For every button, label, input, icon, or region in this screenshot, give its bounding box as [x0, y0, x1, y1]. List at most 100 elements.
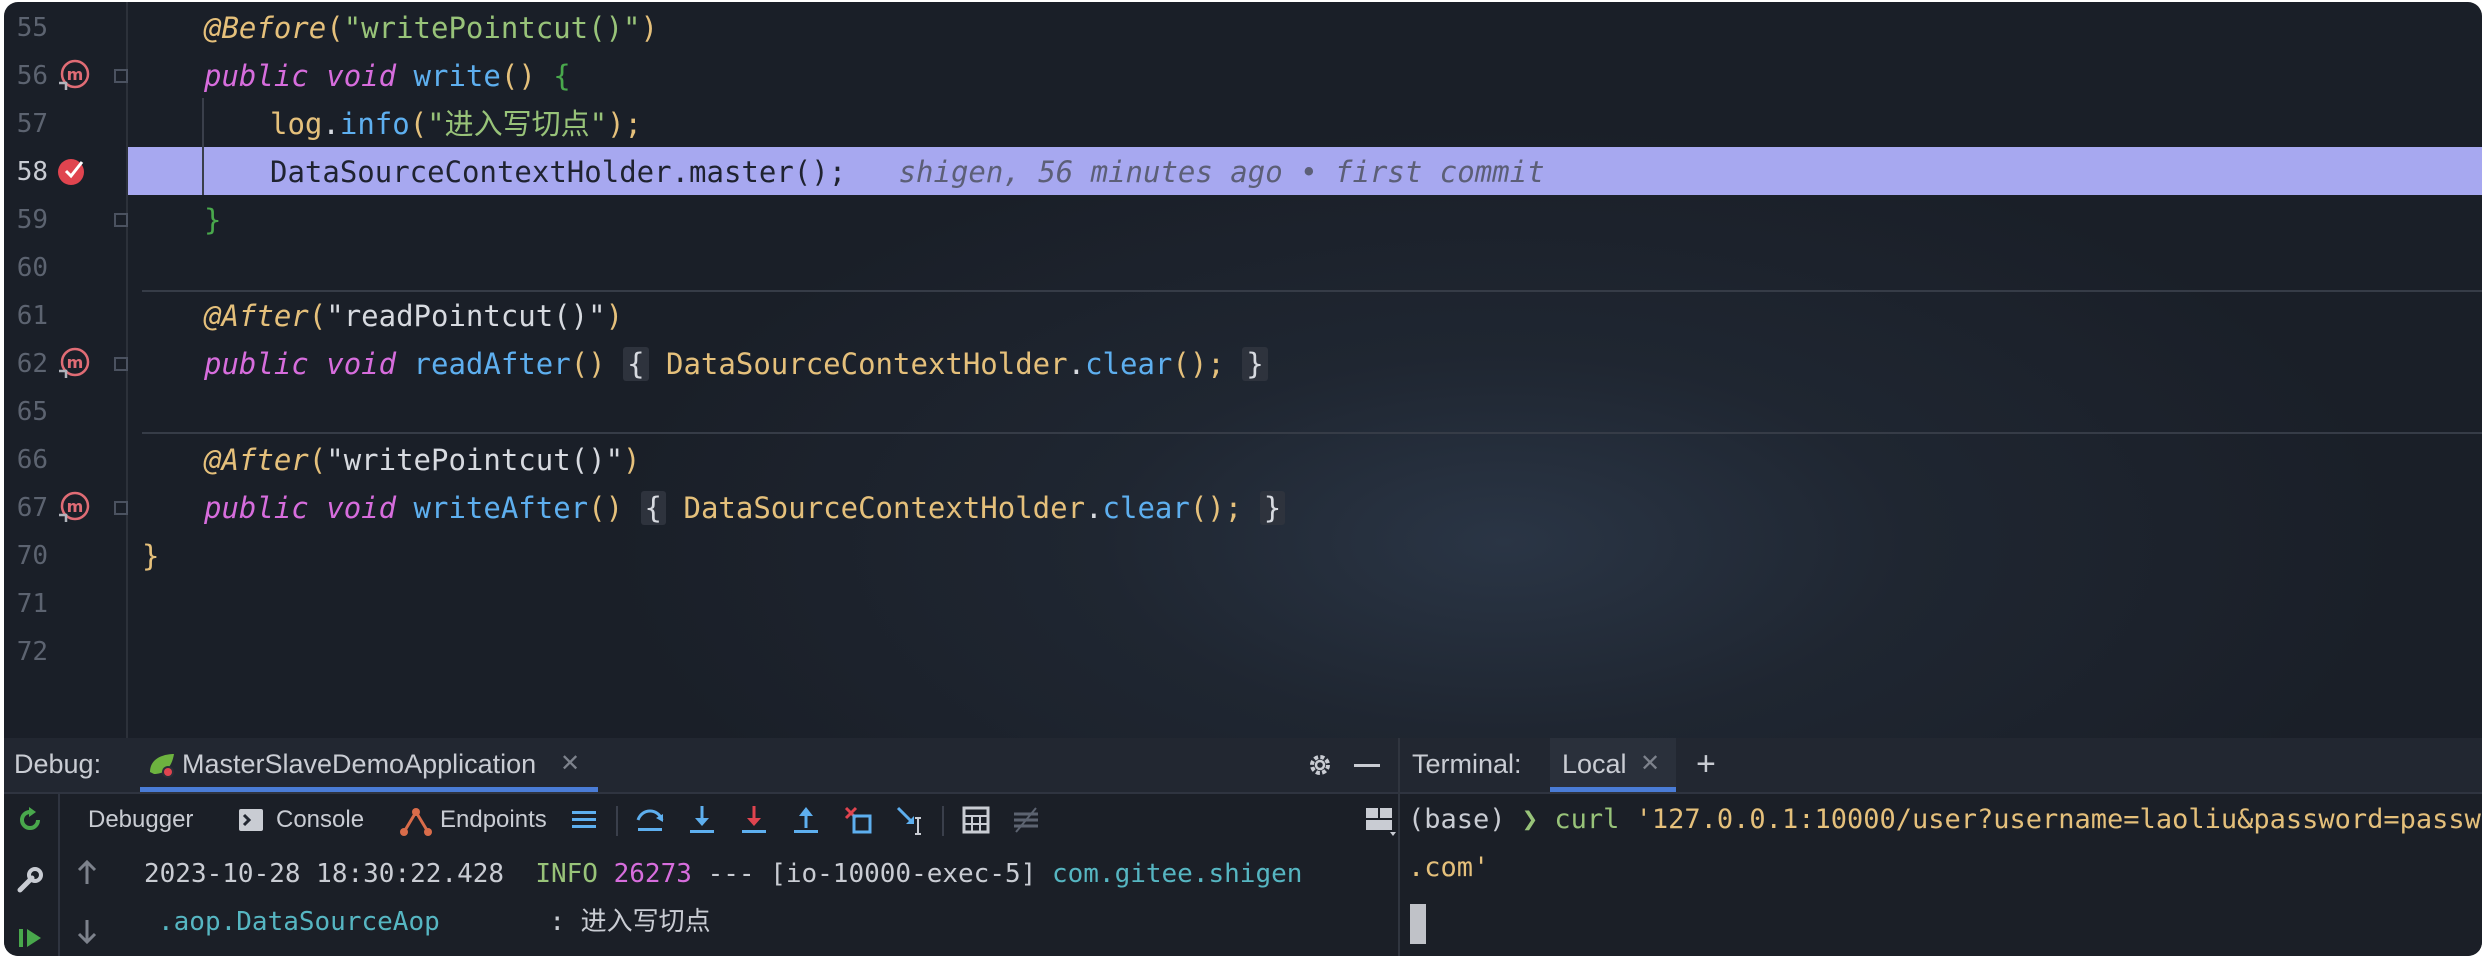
line-number: 55	[16, 13, 48, 43]
terminal-toolwindow-header: Terminal: Local ✕ +	[1400, 738, 2482, 794]
string-literal: "writePointcut()"	[326, 443, 624, 477]
layout-icon[interactable]	[1364, 804, 1396, 836]
force-step-into-icon[interactable]	[738, 804, 770, 836]
code-line: @After("readPointcut()")	[204, 292, 2482, 340]
line-number: 60	[16, 253, 48, 283]
resume-icon[interactable]	[16, 924, 44, 952]
paren: ();	[1189, 491, 1243, 525]
add-terminal-icon[interactable]: +	[1696, 738, 1716, 790]
close-icon[interactable]: ✕	[560, 738, 580, 790]
gear-icon[interactable]	[1306, 751, 1334, 779]
menu-lines-icon[interactable]	[570, 806, 598, 834]
step-over-icon[interactable]	[634, 804, 666, 836]
folded-brace[interactable]: }	[1242, 347, 1268, 381]
wrench-icon[interactable]	[16, 866, 44, 894]
keyword: public	[204, 491, 309, 525]
keyword: void	[326, 59, 397, 93]
minimize-icon[interactable]	[1354, 764, 1380, 767]
tab-console[interactable]: Console	[276, 794, 364, 846]
command-argument: '127.0.0.1:10000/user?username=laoliu&pa…	[1635, 804, 2482, 835]
run-to-cursor-icon[interactable]	[894, 804, 926, 836]
line-number: 62	[16, 349, 48, 379]
mute-breakpoints-icon[interactable]	[1010, 804, 1042, 836]
svg-text:m: m	[67, 65, 84, 84]
fold-marker[interactable]	[114, 213, 128, 227]
code-line: }	[142, 532, 2482, 580]
line-number: 71	[16, 589, 48, 619]
step-out-icon[interactable]	[790, 804, 822, 836]
terminal-cursor	[1410, 904, 1426, 944]
aspect-method-icon[interactable]: m	[56, 59, 90, 93]
line-number: 65	[16, 397, 48, 427]
keyword: void	[326, 491, 397, 525]
tab-debugger[interactable]: Debugger	[88, 794, 193, 846]
paren: ();	[1172, 347, 1225, 381]
code-line: @Before("writePointcut()")	[204, 4, 2482, 52]
code-line-current: DataSourceContextHolder.master(); shigen…	[270, 148, 2482, 196]
console-output[interactable]: 2023-10-28 18:30:22.428 INFO 26273 --- […	[64, 848, 1394, 956]
debug-config-tab[interactable]: MasterSlaveDemoApplication ✕	[140, 738, 598, 792]
fold-marker[interactable]	[114, 357, 128, 371]
bottom-tool-windows: Debug: MasterSlaveDemoApplication ✕ Term…	[4, 738, 2482, 956]
method-call: clear	[1102, 491, 1190, 525]
dot: .	[1085, 491, 1103, 525]
breakpoint-icon[interactable]	[56, 154, 90, 188]
line-number: 57	[16, 109, 48, 139]
dot: .	[322, 107, 340, 141]
string-literal: "writePointcut()"	[343, 11, 641, 45]
svg-text:m: m	[67, 497, 84, 516]
paren: ()	[500, 59, 536, 93]
folded-brace[interactable]: {	[623, 347, 649, 381]
evaluate-expression-icon[interactable]	[960, 804, 992, 836]
close-icon[interactable]: ✕	[1640, 738, 1660, 790]
log-pid: 26273	[613, 859, 692, 889]
indent-guide	[202, 98, 204, 195]
brace: {	[553, 59, 571, 93]
log-message: : 进入写切点	[549, 907, 711, 937]
paren: (	[409, 107, 428, 141]
toolbar-separator	[942, 806, 944, 836]
drop-frame-icon[interactable]	[842, 804, 874, 836]
keyword: public	[204, 347, 309, 381]
code-line: public void write() {	[204, 52, 2482, 100]
fold-marker[interactable]	[114, 69, 128, 83]
field: log	[270, 107, 323, 141]
terminal-output[interactable]: (base) ❯ curl '127.0.0.1:10000/user?user…	[1408, 794, 2482, 956]
method-name: write	[413, 59, 501, 93]
paren: (	[326, 11, 344, 45]
line-number: 72	[16, 637, 48, 667]
gutter: 55 56 57 58 59 60 61 62 65 66 67 70 71 7…	[4, 2, 128, 738]
terminal-line: .com'	[1408, 844, 1489, 892]
tab-endpoints[interactable]: Endpoints	[440, 794, 547, 846]
log-timestamp: 2023-10-28 18:30:22.428	[144, 859, 505, 889]
paren: (	[308, 299, 327, 333]
terminal-label: Terminal:	[1412, 749, 1522, 779]
folded-brace[interactable]: }	[1259, 491, 1286, 525]
folded-brace[interactable]: {	[640, 491, 667, 525]
aspect-method-icon[interactable]: m	[56, 491, 90, 525]
aspect-method-icon[interactable]: m	[56, 347, 90, 381]
code-line: public void writeAfter() { DataSourceCon…	[204, 484, 2482, 532]
log-thread: [io-10000-exec-5]	[770, 859, 1037, 889]
dot: .	[1067, 347, 1086, 381]
paren: ()	[570, 347, 606, 381]
debug-label: Debug:	[14, 749, 102, 779]
debug-config-name: MasterSlaveDemoApplication	[182, 749, 537, 779]
debug-toolbar: Debugger Console Endpoints	[4, 794, 1398, 956]
code-line: @After("writePointcut()")	[204, 436, 2482, 484]
active-tab-indicator	[140, 787, 598, 792]
string-literal: "readPointcut()"	[326, 299, 606, 333]
fold-marker[interactable]	[114, 501, 128, 515]
terminal-tab-local[interactable]: Local ✕	[1550, 738, 1676, 792]
console-icon	[239, 809, 263, 831]
command-argument: .com'	[1408, 852, 1490, 883]
code-editor[interactable]: 55 56 57 58 59 60 61 62 65 66 67 70 71 7…	[4, 2, 2482, 738]
paren: ()	[588, 491, 624, 525]
line-number-current: 58	[16, 157, 48, 187]
strip-separator	[58, 794, 60, 956]
step-into-icon[interactable]	[686, 804, 718, 836]
paren: );	[607, 107, 643, 141]
svg-text:m: m	[67, 353, 84, 372]
keyword: public	[204, 59, 309, 93]
method-call: clear	[1085, 347, 1173, 381]
